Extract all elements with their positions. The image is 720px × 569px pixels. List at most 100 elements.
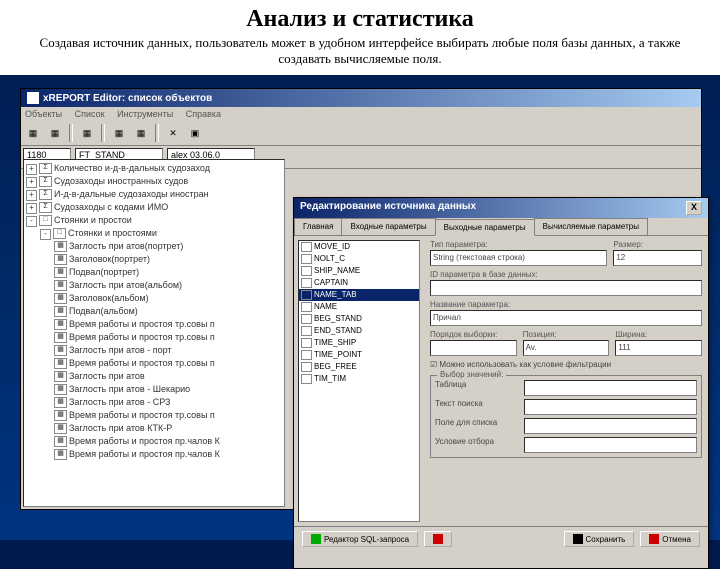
tool-icon[interactable]: ▣ [185, 123, 205, 143]
tree-item[interactable]: ▦Заглость при атов - СРЗ [26, 396, 282, 409]
list-item[interactable]: TIM_TIM [299, 373, 419, 385]
text-label: Текст поиска [435, 399, 518, 415]
menu-tools[interactable]: Инструменты [117, 109, 173, 119]
dialog-tabs: Главная Входные параметры Выходные парам… [294, 218, 708, 236]
type-label: Тип параметра: [430, 240, 607, 249]
cond-label: Условие отбора [435, 437, 518, 453]
tree-item[interactable]: ▦Подвал(альбом) [26, 305, 282, 318]
tree-item[interactable]: ▦Время работы и простоя пр.чалов К [26, 435, 282, 448]
tree-item[interactable]: ▦Время работы и простоя пр.чалов К [26, 448, 282, 461]
tree-item[interactable]: ▦Заглость при атов(альбом) [26, 279, 282, 292]
tree-item[interactable]: +ΣКоличество и-д-в-дальных судозаход [26, 162, 282, 175]
menu-objects[interactable]: Объекты [25, 109, 62, 119]
width-input[interactable]: 111 [615, 340, 702, 356]
save-icon [573, 534, 583, 544]
tree-item[interactable]: ▦Заглость при атов - порт [26, 344, 282, 357]
tree-item[interactable]: -□Стоянки и простои [26, 214, 282, 227]
tree-item[interactable]: -□Стоянки и простоями [26, 227, 282, 240]
dialog-buttons: Редактор SQL-запроса Сохранить Отмена [294, 526, 708, 551]
filter-checkbox[interactable]: ☑ Можно использовать как условие фильтра… [430, 360, 702, 369]
tree-item[interactable]: +ΣСудозаходы иностранных судов [26, 175, 282, 188]
group-title: Выбор значений: [437, 370, 506, 379]
size-label: Размер: [613, 240, 702, 249]
pos-label: Позиция: [523, 330, 610, 339]
tree-item[interactable]: ▦Заглость при атов - Шекарио [26, 383, 282, 396]
tree-panel[interactable]: +ΣКоличество и-д-в-дальных судозаход+ΣСу… [23, 159, 285, 507]
window-title: xREPORT Editor: список объектов [43, 93, 212, 104]
tree-item[interactable]: ▦Заголовок(портрет) [26, 253, 282, 266]
list-item[interactable]: TIME_SHIP [299, 337, 419, 349]
tool-icon[interactable]: ✕ [163, 123, 183, 143]
sql-editor-button[interactable]: Редактор SQL-запроса [302, 531, 418, 547]
tree-item[interactable]: ▦Заглость при атов [26, 370, 282, 383]
slide-subtitle: Создавая источник данных, пользователь м… [0, 35, 720, 75]
tool-icon[interactable]: ▦ [77, 123, 97, 143]
dialog-title: Редактирование источника данных [300, 201, 476, 215]
tree-item[interactable]: ▦Заголовок(альбом) [26, 292, 282, 305]
edit-dialog: Редактирование источника данных X Главна… [293, 197, 709, 569]
delete-button[interactable] [424, 531, 452, 547]
tool-icon[interactable]: ▦ [45, 123, 65, 143]
tab-input[interactable]: Входные параметры [341, 218, 435, 235]
slide-title: Анализ и статистика [0, 0, 720, 35]
list-item[interactable]: BEG_FREE [299, 361, 419, 373]
main-window: xREPORT Editor: список объектов Объекты … [20, 88, 702, 510]
separator [69, 124, 73, 142]
tool-icon[interactable]: ▦ [23, 123, 43, 143]
list-item[interactable]: NAME_TAB [299, 289, 419, 301]
tree-item[interactable]: ▦Подвал(портрет) [26, 266, 282, 279]
list-item[interactable]: BEG_STAND [299, 313, 419, 325]
list-item[interactable]: SHIP_NAME [299, 265, 419, 277]
menu-list[interactable]: Список [75, 109, 105, 119]
cancel-button[interactable]: Отмена [640, 531, 700, 547]
tab-output[interactable]: Выходные параметры [435, 219, 535, 236]
list-item[interactable]: NAME [299, 301, 419, 313]
tree-item[interactable]: +ΣСудозаходы с кодами ИМО [26, 201, 282, 214]
list-item[interactable]: END_STAND [299, 325, 419, 337]
name-label: Название параметра: [430, 300, 702, 309]
id-label: ID параметра в базе данных: [430, 270, 702, 279]
filter-label: Можно использовать как условие фильтраци… [439, 360, 611, 369]
text-input[interactable] [524, 399, 697, 415]
size-input[interactable]: 12 [613, 250, 702, 266]
tree-item[interactable]: ▦Заглость при атов КТК-Р [26, 422, 282, 435]
dialog-titlebar[interactable]: Редактирование источника данных X [294, 198, 708, 218]
tool-icon[interactable]: ▦ [109, 123, 129, 143]
cancel-label: Отмена [662, 535, 691, 544]
tree-item[interactable]: ▦Время работы и простоя тр.совы п [26, 409, 282, 422]
window-titlebar[interactable]: xREPORT Editor: список объектов [21, 89, 701, 107]
tree-item[interactable]: +ΣИ-д-в-дальные судозаходы иностран [26, 188, 282, 201]
table-label: Таблица [435, 380, 518, 396]
form-panel: Тип параметра: String (текстовая строка)… [424, 236, 708, 526]
name-input[interactable]: Причал [430, 310, 702, 326]
type-input[interactable]: String (текстовая строка) [430, 250, 607, 266]
list-label: Поле для списка [435, 418, 518, 434]
list-item[interactable]: MOVE_ID [299, 241, 419, 253]
save-label: Сохранить [586, 535, 626, 544]
list-item[interactable]: NOLT_C [299, 253, 419, 265]
close-icon[interactable]: X [686, 201, 702, 215]
tree-item[interactable]: ▦Время работы и простоя тр.совы п [26, 331, 282, 344]
tree-item[interactable]: ▦Заглость при атов(портрет) [26, 240, 282, 253]
list-input[interactable] [524, 418, 697, 434]
list-item[interactable]: CAPTAIN [299, 277, 419, 289]
menu-bar[interactable]: Объекты Список Инструменты Справка [21, 107, 701, 121]
tab-main[interactable]: Главная [294, 218, 342, 235]
delete-icon [433, 534, 443, 544]
tree-item[interactable]: ▦Время работы и простоя тр.совы п [26, 357, 282, 370]
tab-calc[interactable]: Вычисляемые параметры [534, 218, 648, 235]
cancel-icon [649, 534, 659, 544]
toolbar: ▦ ▦ ▦ ▦ ▦ ✕ ▣ [21, 121, 701, 146]
order-input[interactable] [430, 340, 517, 356]
save-button[interactable]: Сохранить [564, 531, 635, 547]
cond-input[interactable] [524, 437, 697, 453]
pos-input[interactable]: Av. [523, 340, 610, 356]
field-list[interactable]: MOVE_IDNOLT_CSHIP_NAMECAPTAINNAME_TABNAM… [298, 240, 420, 522]
list-item[interactable]: TIME_POINT [299, 349, 419, 361]
id-input[interactable] [430, 280, 702, 296]
menu-help[interactable]: Справка [186, 109, 221, 119]
tool-icon[interactable]: ▦ [131, 123, 151, 143]
tree-item[interactable]: ▦Время работы и простоя тр.совы п [26, 318, 282, 331]
separator [101, 124, 105, 142]
table-input[interactable] [524, 380, 697, 396]
